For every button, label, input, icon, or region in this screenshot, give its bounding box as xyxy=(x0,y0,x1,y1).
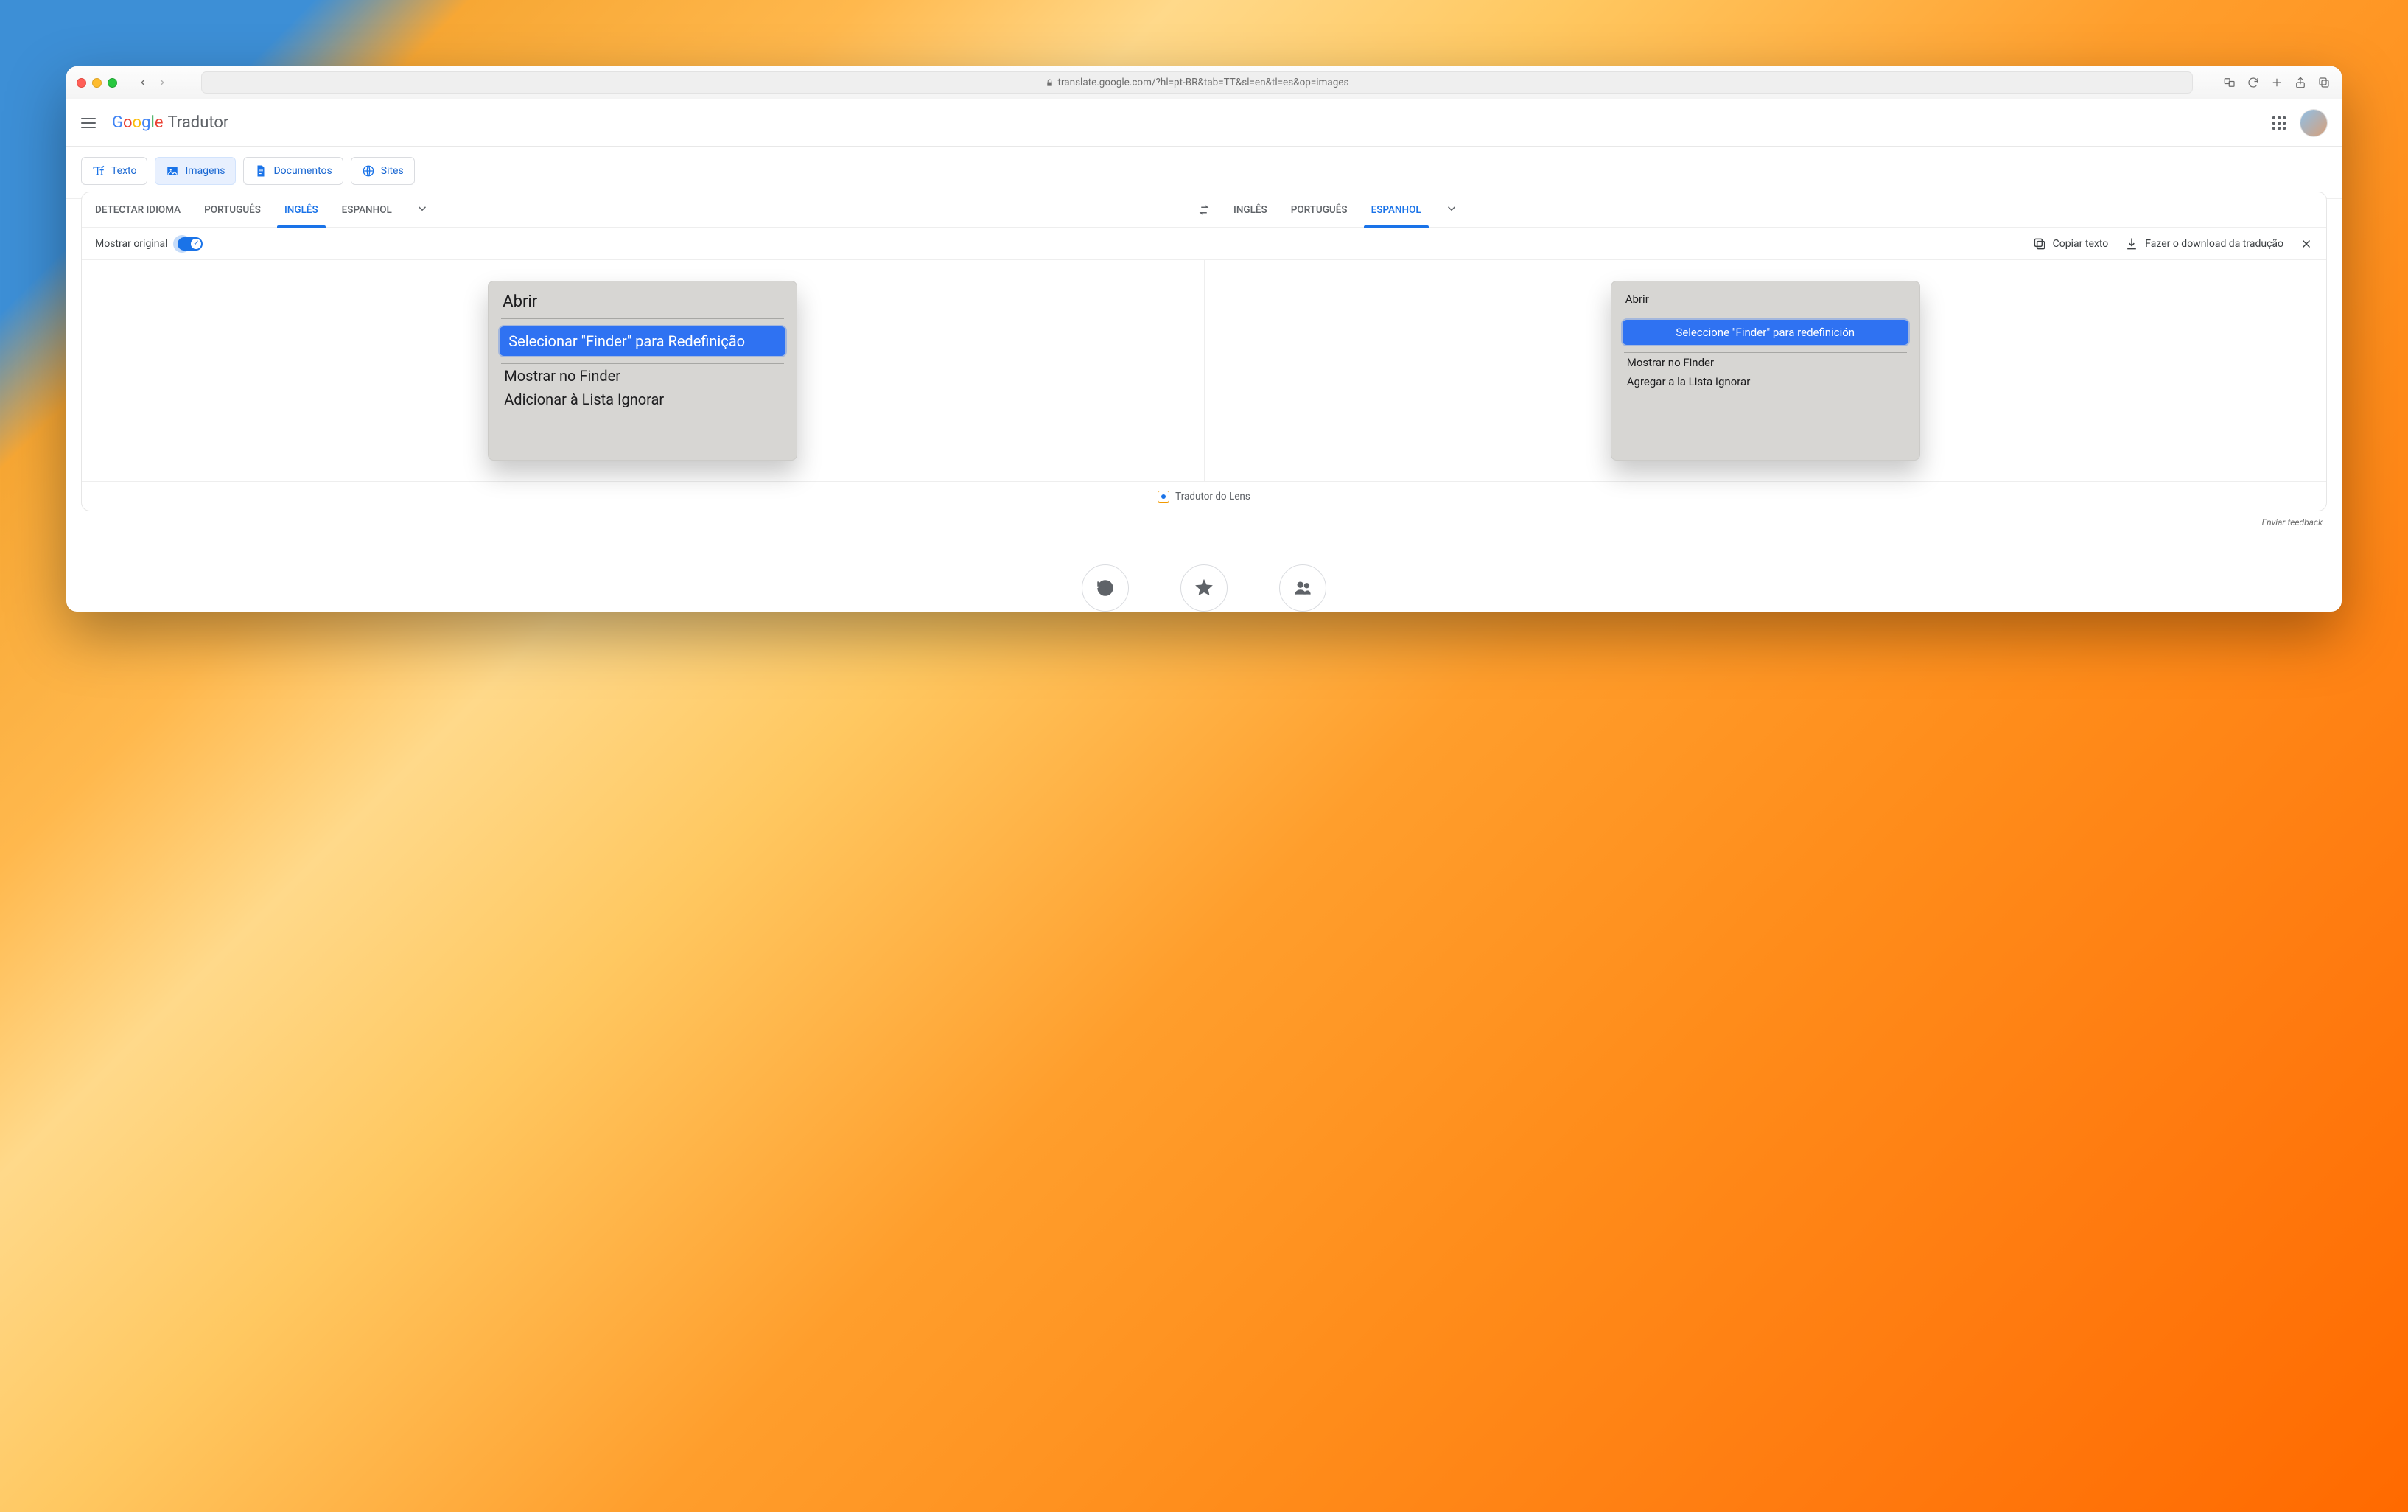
history-button[interactable] xyxy=(1082,564,1129,612)
image-icon xyxy=(166,164,179,178)
target-menu-item-2: Agregar a la Lista Ignorar xyxy=(1618,372,1913,391)
copy-text-label: Copiar texto xyxy=(2053,238,2109,250)
divider xyxy=(501,318,784,319)
titlebar: translate.google.com/?hl=pt-BR&tab=TT&sl… xyxy=(66,66,2342,99)
target-lang-en[interactable]: INGLÊS xyxy=(1231,192,1270,227)
target-lang-more[interactable] xyxy=(1445,202,1458,218)
mode-documents-label: Documentos xyxy=(273,165,332,177)
swap-languages-button[interactable] xyxy=(1188,192,1220,227)
download-label: Fazer o download da tradução xyxy=(2145,238,2283,250)
show-original-label: Mostrar original xyxy=(95,238,167,250)
saved-button[interactable] xyxy=(1180,564,1228,612)
url-bar[interactable]: translate.google.com/?hl=pt-BR&tab=TT&sl… xyxy=(201,71,2193,94)
source-lang-en[interactable]: INGLÊS xyxy=(281,192,321,227)
target-menu-selected: Seleccione "Finder" para redefinición xyxy=(1623,320,1908,345)
source-lang-es[interactable]: ESPANHOL xyxy=(339,192,395,227)
target-languages: INGLÊS PORTUGUÊS ESPANHOL xyxy=(1220,192,2326,227)
product-name: Tradutor xyxy=(167,113,228,132)
globe-icon xyxy=(362,164,375,178)
mode-documents[interactable]: Documentos xyxy=(243,157,343,185)
target-image: Abrir Seleccione "Finder" para redefinic… xyxy=(1611,281,1920,461)
history-icon xyxy=(1096,578,1115,598)
source-lang-pt[interactable]: PORTUGUÊS xyxy=(201,192,264,227)
target-lang-es[interactable]: ESPANHOL xyxy=(1368,192,1424,227)
account-avatar[interactable] xyxy=(2300,110,2327,136)
community-button[interactable] xyxy=(1279,564,1326,612)
share-icon[interactable] xyxy=(2293,75,2308,90)
translate-card: DETECTAR IDIOMA PORTUGUÊS INGLÊS ESPANHO… xyxy=(81,192,2327,511)
back-button[interactable] xyxy=(133,73,153,92)
download-button[interactable]: Fazer o download da tradução xyxy=(2124,237,2283,251)
mode-sites-label: Sites xyxy=(381,165,404,177)
document-icon xyxy=(254,164,267,178)
lens-icon xyxy=(1158,491,1169,503)
tabs-icon[interactable] xyxy=(2317,75,2331,90)
source-menu-selected: Selecionar "Finder" para Redefinição xyxy=(500,326,785,356)
source-lang-more[interactable] xyxy=(416,202,429,218)
source-menu-item-2: Adicionar à Lista Ignorar xyxy=(495,388,790,411)
forward-button[interactable] xyxy=(153,73,172,92)
close-window-button[interactable] xyxy=(77,78,86,88)
mode-images[interactable]: Imagens xyxy=(155,157,236,185)
source-pane: Abrir Selecionar "Finder" para Redefiniç… xyxy=(82,260,1204,481)
people-icon xyxy=(1293,578,1312,598)
google-translate-logo[interactable]: Google Tradutor xyxy=(112,113,228,132)
url-text: translate.google.com/?hl=pt-BR&tab=TT&sl… xyxy=(1058,77,1349,88)
text-icon xyxy=(92,164,105,178)
copy-text-button[interactable]: Copiar texto xyxy=(2032,237,2109,251)
menu-icon[interactable] xyxy=(81,114,99,132)
zoom-window-button[interactable] xyxy=(108,78,117,88)
star-icon xyxy=(1194,578,1214,598)
target-pane: Abrir Seleccione "Finder" para redefinic… xyxy=(1204,260,2327,481)
download-icon xyxy=(2124,237,2139,251)
source-menu-item-1: Mostrar no Finder xyxy=(495,364,790,388)
bottom-shortcuts xyxy=(66,542,2342,612)
image-panes: Abrir Selecionar "Finder" para Redefiniç… xyxy=(82,260,2326,481)
source-image: Abrir Selecionar "Finder" para Redefiniç… xyxy=(488,281,797,461)
google-header: Google Tradutor xyxy=(66,99,2342,147)
source-menu-title: Abrir xyxy=(495,291,790,318)
lens-row[interactable]: Tradutor do Lens xyxy=(82,481,2326,511)
traffic-lights xyxy=(77,78,117,88)
clear-button[interactable] xyxy=(2300,237,2313,251)
mode-sites[interactable]: Sites xyxy=(351,157,415,185)
reload-icon[interactable] xyxy=(2246,75,2261,90)
lens-label: Tradutor do Lens xyxy=(1175,491,1250,503)
toolbar-right xyxy=(2222,75,2331,90)
mode-text-label: Texto xyxy=(111,165,136,177)
target-menu-title: Abrir xyxy=(1618,291,1913,312)
lock-icon xyxy=(1046,79,1054,87)
translate-toolbar-icon[interactable] xyxy=(2222,75,2237,90)
action-row: Mostrar original Copiar texto Fazer o do… xyxy=(82,228,2326,260)
source-lang-detect[interactable]: DETECTAR IDIOMA xyxy=(92,192,183,227)
google-apps-icon[interactable] xyxy=(2271,115,2287,131)
mode-images-label: Imagens xyxy=(185,165,225,177)
target-lang-pt[interactable]: PORTUGUÊS xyxy=(1288,192,1351,227)
new-tab-icon[interactable] xyxy=(2269,75,2284,90)
language-row: DETECTAR IDIOMA PORTUGUÊS INGLÊS ESPANHO… xyxy=(82,192,2326,228)
target-menu-item-1: Mostrar no Finder xyxy=(1618,353,1913,372)
close-icon xyxy=(2300,237,2313,251)
source-languages: DETECTAR IDIOMA PORTUGUÊS INGLÊS ESPANHO… xyxy=(82,192,1188,227)
copy-icon xyxy=(2032,237,2047,251)
minimize-window-button[interactable] xyxy=(92,78,102,88)
browser-window: translate.google.com/?hl=pt-BR&tab=TT&sl… xyxy=(66,66,2342,612)
show-original-toggle[interactable] xyxy=(178,237,203,251)
send-feedback-link[interactable]: Enviar feedback xyxy=(66,511,2342,542)
mode-text[interactable]: Texto xyxy=(81,157,147,185)
